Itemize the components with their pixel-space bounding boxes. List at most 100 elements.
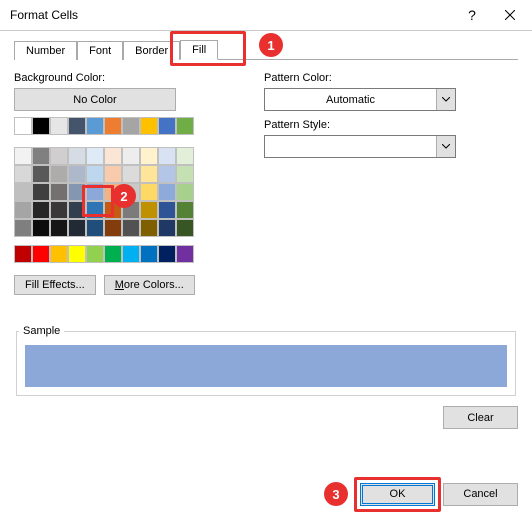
color-swatch[interactable] [104,183,122,201]
color-swatch[interactable] [104,147,122,165]
color-swatch[interactable] [86,183,104,201]
color-swatch[interactable] [86,201,104,219]
annotation-badge-1: 1 [259,33,283,57]
color-swatch[interactable] [140,201,158,219]
color-swatch[interactable] [14,183,32,201]
tab-font[interactable]: Font [77,41,123,60]
color-swatch[interactable] [14,219,32,237]
color-swatch[interactable] [158,147,176,165]
tab-border[interactable]: Border [123,41,180,60]
color-swatch[interactable] [86,117,104,135]
color-swatch[interactable] [158,165,176,183]
annotation-badge-3: 3 [324,482,348,506]
color-swatch[interactable] [122,245,140,263]
ok-button[interactable]: OK [360,483,435,506]
color-swatch[interactable] [50,245,68,263]
no-color-button[interactable]: No Color [14,88,176,111]
color-swatch[interactable] [122,117,140,135]
color-swatch[interactable] [104,245,122,263]
color-swatch[interactable] [140,183,158,201]
pattern-color-label: Pattern Color: [264,72,518,84]
color-swatch[interactable] [32,219,50,237]
color-swatch[interactable] [140,147,158,165]
color-swatch[interactable] [14,245,32,263]
color-swatch[interactable] [158,117,176,135]
tab-number[interactable]: Number [14,41,77,60]
close-button[interactable] [487,0,532,30]
background-color-label: Background Color: [14,72,224,84]
color-swatch[interactable] [68,117,86,135]
color-swatch[interactable] [104,201,122,219]
color-swatch[interactable] [158,245,176,263]
color-swatch[interactable] [32,183,50,201]
color-swatch[interactable] [50,147,68,165]
chevron-down-icon [436,136,455,157]
color-swatch[interactable] [14,147,32,165]
titlebar: Format Cells ? [0,0,532,31]
color-swatch[interactable] [176,219,194,237]
color-palette-theme [14,147,224,237]
color-swatch[interactable] [176,201,194,219]
color-swatch[interactable] [104,117,122,135]
color-swatch[interactable] [176,245,194,263]
sample-preview [25,345,507,387]
color-swatch[interactable] [176,183,194,201]
color-swatch[interactable] [68,201,86,219]
color-swatch[interactable] [104,219,122,237]
fill-effects-button[interactable]: Fill Effects... [14,275,96,295]
color-swatch[interactable] [140,117,158,135]
color-swatch[interactable] [68,183,86,201]
color-swatch[interactable] [86,219,104,237]
tab-strip: Number Font Border Fill 1 [14,37,518,60]
color-swatch[interactable] [158,219,176,237]
close-icon [505,10,515,20]
color-swatch[interactable] [68,245,86,263]
color-swatch[interactable] [86,245,104,263]
color-swatch[interactable] [122,201,140,219]
color-swatch[interactable] [158,183,176,201]
color-swatch[interactable] [176,165,194,183]
color-swatch[interactable] [14,165,32,183]
color-swatch[interactable] [50,165,68,183]
color-swatch[interactable] [50,117,68,135]
cancel-button[interactable]: Cancel [443,483,518,506]
color-swatch[interactable] [32,117,50,135]
pattern-style-dropdown[interactable] [264,135,456,158]
color-swatch[interactable] [86,147,104,165]
color-swatch[interactable] [50,219,68,237]
color-swatch[interactable] [122,165,140,183]
color-swatch[interactable] [68,165,86,183]
color-swatch[interactable] [122,219,140,237]
pattern-style-label: Pattern Style: [264,119,518,131]
color-swatch[interactable] [176,117,194,135]
color-swatch[interactable] [122,147,140,165]
color-swatch[interactable] [32,245,50,263]
color-swatch[interactable] [50,201,68,219]
clear-button[interactable]: Clear [443,406,518,429]
tab-fill[interactable]: Fill [180,40,218,60]
help-button[interactable]: ? [457,0,487,30]
color-swatch[interactable] [122,183,140,201]
color-palette-standard [14,245,224,263]
color-swatch[interactable] [176,147,194,165]
color-swatch[interactable] [14,117,32,135]
color-swatch[interactable] [140,219,158,237]
color-swatch[interactable] [140,165,158,183]
color-swatch[interactable] [140,245,158,263]
more-colors-button[interactable]: More Colors... [104,275,195,295]
pattern-color-dropdown[interactable]: Automatic [264,88,456,111]
color-swatch[interactable] [32,165,50,183]
sample-group: Sample [16,325,516,396]
color-swatch[interactable] [86,165,104,183]
color-swatch[interactable] [104,165,122,183]
pattern-color-value: Automatic [265,94,436,106]
color-swatch[interactable] [68,219,86,237]
color-swatch[interactable] [14,201,32,219]
color-swatch[interactable] [32,147,50,165]
color-swatch[interactable] [158,201,176,219]
sample-label: Sample [19,325,64,337]
chevron-down-icon [436,89,455,110]
color-swatch[interactable] [50,183,68,201]
color-swatch[interactable] [68,147,86,165]
color-swatch[interactable] [32,201,50,219]
